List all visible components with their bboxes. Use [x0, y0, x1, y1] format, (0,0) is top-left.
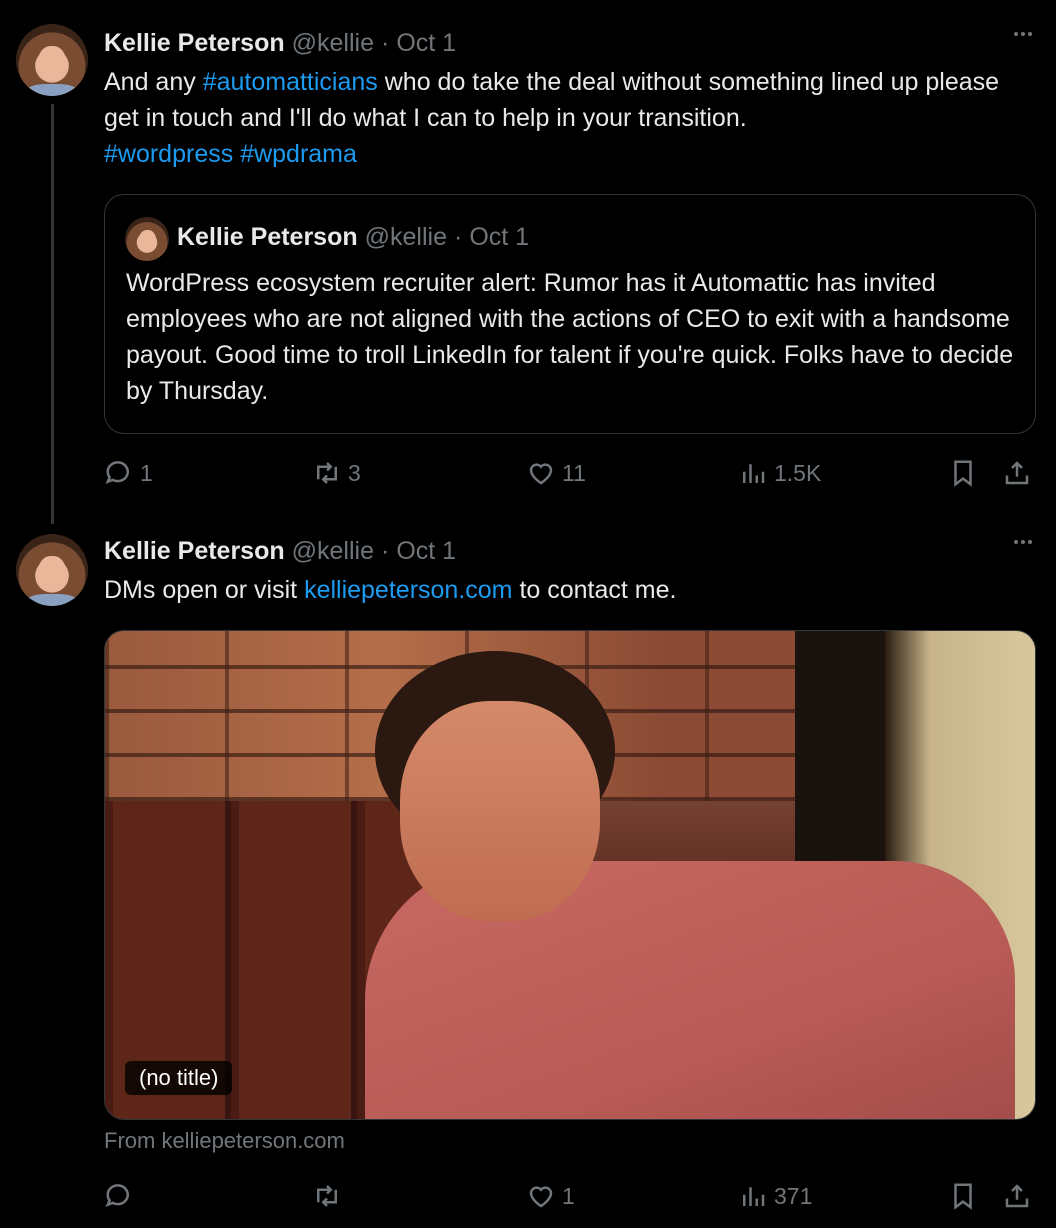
tweet-text-part: And any: [104, 68, 203, 96]
action-bar: 1 3 11 1.5K: [104, 453, 1036, 493]
person-face: [400, 701, 600, 921]
separator: ·: [381, 28, 390, 57]
card-title-label: (no title): [125, 1061, 233, 1095]
repost-icon: [317, 462, 337, 484]
views-button[interactable]: 371: [738, 1176, 812, 1216]
avatar-face: [38, 556, 66, 590]
more-button[interactable]: [1014, 540, 1032, 544]
avatar-shirt: [26, 594, 78, 606]
action-bar: 1 371: [104, 1176, 1036, 1216]
quoted-date: Oct 1: [469, 222, 530, 251]
quoted-avatar: [125, 217, 169, 261]
quoted-text: WordPress ecosystem recruiter alert: Rum…: [126, 269, 1014, 405]
share-icon: [1005, 1184, 1029, 1208]
quoted-tweet[interactable]: Kellie Peterson @kellie · Oct 1 WordPres…: [104, 194, 1036, 434]
hashtag-link[interactable]: #wordpress: [104, 140, 233, 168]
quoted-author-name: Kellie Peterson: [177, 222, 358, 251]
reply-icon: [105, 461, 129, 484]
tweet[interactable]: Kellie Peterson @kellie · Oct 1 And any …: [0, 0, 1056, 524]
more-icon: [1014, 32, 1032, 36]
avatar[interactable]: [16, 534, 88, 606]
reply-button[interactable]: [104, 1176, 140, 1216]
avatar-face: [38, 46, 66, 80]
heart-icon: [529, 1186, 553, 1208]
quoted-author-handle: @kellie: [364, 222, 447, 251]
card-source[interactable]: From kelliepeterson.com: [104, 1128, 345, 1154]
share-button[interactable]: [1002, 1176, 1032, 1216]
repost-button[interactable]: [312, 1176, 348, 1216]
heart-icon: [529, 463, 553, 485]
bookmark-icon: [954, 460, 972, 487]
author-name[interactable]: Kellie Peterson: [104, 29, 285, 58]
author-name[interactable]: Kellie Peterson: [104, 537, 285, 566]
view-count: 371: [774, 1182, 813, 1209]
avatar-shirt: [26, 84, 78, 96]
reply-icon: [105, 1184, 129, 1207]
views-icon: [743, 1187, 765, 1206]
hashtag-link[interactable]: #wpdrama: [240, 140, 357, 168]
more-button[interactable]: [1014, 32, 1032, 36]
tweet-header: Kellie Peterson @kellie · Oct 1: [104, 536, 456, 566]
share-icon: [1005, 461, 1029, 485]
tweet-text-part: to contact me.: [512, 576, 677, 604]
tweet[interactable]: Kellie Peterson @kellie · Oct 1 DMs open…: [0, 520, 1056, 1228]
separator: ·: [454, 222, 463, 251]
bookmark-button[interactable]: [948, 1176, 978, 1216]
share-button[interactable]: [1002, 453, 1032, 493]
repost-icon: [317, 1185, 337, 1207]
like-count: 11: [562, 459, 586, 486]
views-icon: [743, 464, 765, 483]
repost-count: 3: [348, 459, 361, 486]
tweet-date[interactable]: Oct 1: [396, 29, 456, 58]
views-button[interactable]: 1.5K: [738, 453, 821, 493]
thread-line: [51, 104, 54, 524]
link-card-image[interactable]: (no title): [104, 630, 1036, 1120]
bookmark-button[interactable]: [948, 453, 978, 493]
like-button[interactable]: 1: [526, 1176, 575, 1216]
tweet-text: DMs open or visit kelliepeterson.com to …: [104, 572, 1034, 608]
bookmark-icon: [954, 1183, 972, 1210]
author-handle[interactable]: @kellie: [292, 537, 374, 566]
view-count: 1.5K: [774, 459, 822, 486]
avatar[interactable]: [16, 24, 88, 96]
separator: ·: [381, 536, 390, 565]
tweet-text: And any #automatticians who do take the …: [104, 64, 1034, 172]
like-button[interactable]: 11: [526, 453, 586, 493]
tweet-header: Kellie Peterson @kellie · Oct 1: [104, 28, 456, 58]
reply-button[interactable]: 1: [104, 453, 153, 493]
repost-button[interactable]: 3: [312, 453, 361, 493]
reply-count: 1: [140, 459, 153, 486]
tweet-text-part: DMs open or visit: [104, 576, 305, 604]
hashtag-link[interactable]: #automatticians: [203, 68, 378, 96]
author-handle[interactable]: @kellie: [292, 29, 374, 58]
quoted-header: Kellie Peterson @kellie · Oct 1: [177, 221, 529, 253]
website-link[interactable]: kelliepeterson.com: [304, 576, 512, 604]
like-count: 1: [562, 1182, 575, 1209]
avatar-face: [139, 230, 156, 251]
tweet-date[interactable]: Oct 1: [396, 537, 456, 566]
more-icon: [1014, 540, 1032, 544]
